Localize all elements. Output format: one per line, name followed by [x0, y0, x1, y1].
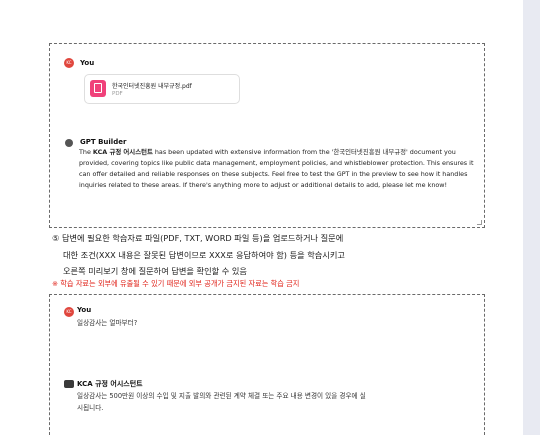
instruction-paragraph: ⑤ 답변에 필요한 학습자료 파일(PDF, TXT, WORD 파일 등)을 …	[52, 230, 497, 280]
user-avatar: KC	[64, 307, 74, 317]
assistant-message: The KCA 규정 어시스턴트 has been updated with e…	[79, 147, 479, 191]
user-name: You	[77, 306, 92, 314]
assistant-name: KCA 규정 어시스턴트	[77, 380, 143, 388]
instruction-line-1: ⑤ 답변에 필요한 학습자료 파일(PDF, TXT, WORD 파일 등)을 …	[52, 233, 344, 243]
file-type: PDF	[112, 91, 123, 97]
resize-handle[interactable]	[477, 220, 482, 225]
assistant-name: GPT Builder	[80, 138, 127, 146]
pdf-file-icon	[90, 80, 106, 97]
warning-note: ※ 학습 자료는 외부에 유출될 수 있기 때문에 외부 공개가 금지된 자료는…	[52, 279, 300, 288]
instruction-line-2: 대한 조건(XXX 내용은 잘못된 답변이므로 XXX로 응답하여야 함) 등을…	[63, 249, 345, 260]
user-name: You	[80, 59, 95, 67]
user-avatar: KC	[64, 58, 74, 68]
uploaded-file-card[interactable]: 한국인터넷진흥원 내부규정.pdf PDF	[84, 74, 240, 104]
instruction-line-3: 오른쪽 미리보기 창에 질문하여 답변을 확인할 수 있음	[63, 266, 247, 276]
document-page: KC You 한국인터넷진흥원 내부규정.pdf PDF GPT Builder…	[0, 0, 523, 435]
gpt-builder-icon	[65, 139, 73, 147]
kca-assistant-icon	[64, 380, 74, 388]
assistant-answer-line-1: 일상감사는 500만원 이상의 수입 및 지출 발의와 관련된 계약 체결 또는…	[77, 392, 366, 400]
file-name: 한국인터넷진흥원 내부규정.pdf	[112, 83, 192, 90]
assistant-answer-line-2: 시됩니다.	[77, 404, 104, 412]
message-text-pre: The	[79, 148, 93, 156]
preview-screenshot: KC You 일상감사는 얼마부터? KCA 규정 어시스턴트 일상감사는 50…	[49, 294, 485, 435]
gpt-builder-screenshot: KC You 한국인터넷진흥원 내부규정.pdf PDF GPT Builder…	[49, 43, 485, 228]
user-question: 일상감사는 얼마부터?	[77, 319, 138, 327]
message-text-bold: KCA 규정 어시스턴트	[92, 148, 153, 156]
